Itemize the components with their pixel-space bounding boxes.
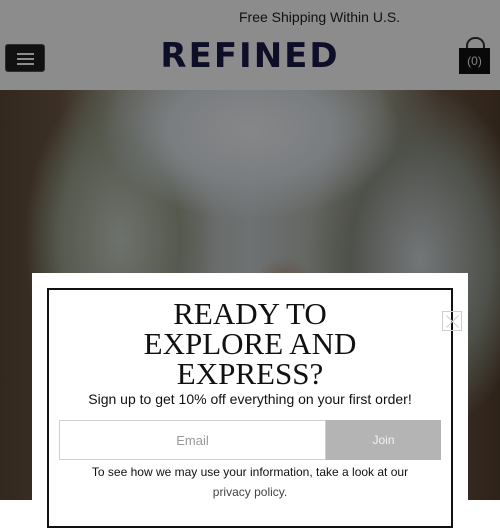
- email-input[interactable]: [59, 420, 326, 460]
- popup-headline: READY TO EXPLORE AND EXPRESS?: [32, 296, 468, 391]
- headline-line-3: EXPRESS?: [176, 356, 324, 391]
- headline-line-2: EXPLORE AND: [143, 326, 357, 361]
- privacy-notice: To see how we may use your information, …: [32, 462, 468, 502]
- popup-subheadline: Sign up to get 10% off everything on you…: [88, 391, 412, 407]
- privacy-text: To see how we may use your information, …: [91, 465, 409, 479]
- join-button[interactable]: Join: [326, 420, 441, 460]
- privacy-policy-link[interactable]: privacy policy.: [213, 485, 287, 499]
- headline-line-1: READY TO: [173, 296, 327, 331]
